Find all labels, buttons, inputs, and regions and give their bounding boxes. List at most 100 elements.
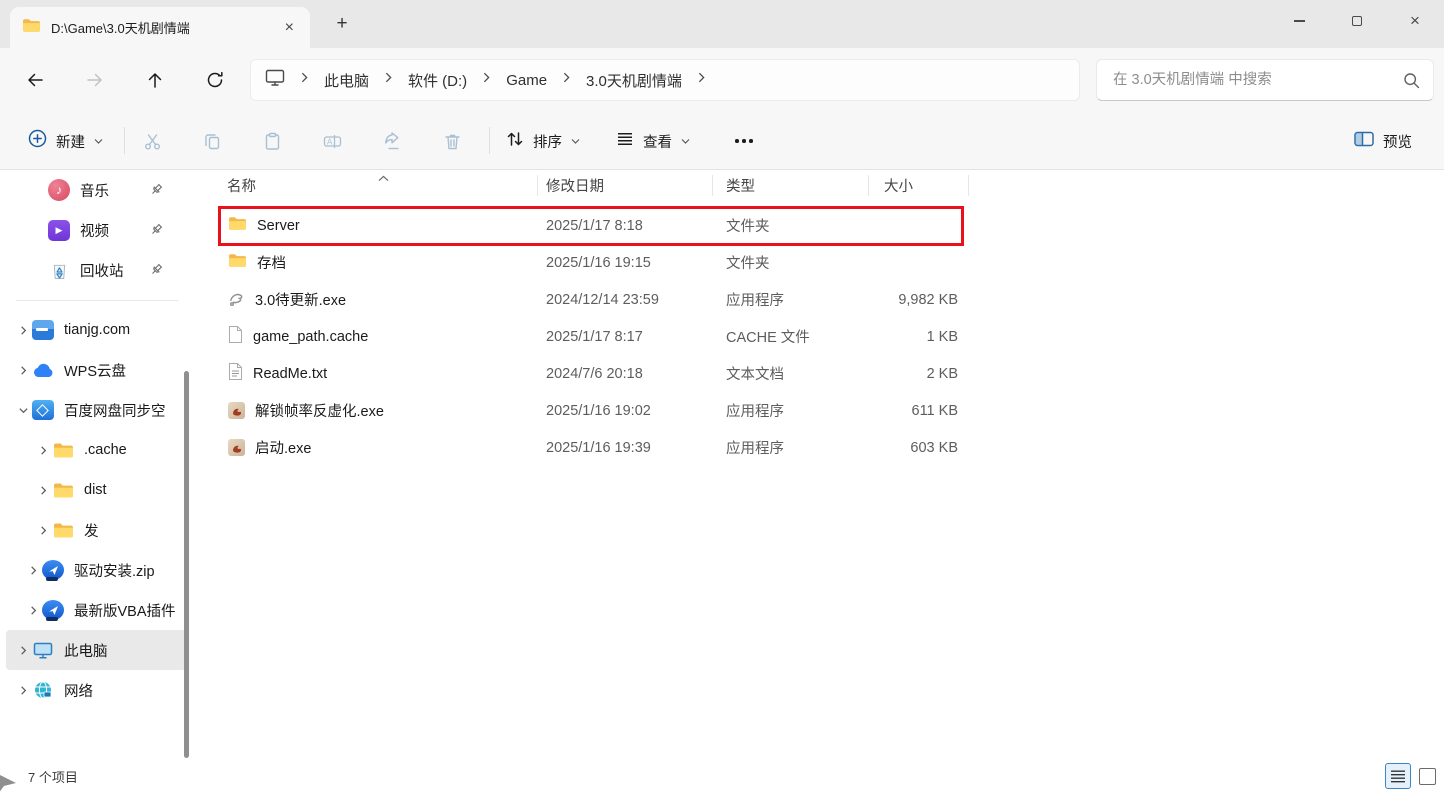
search-input[interactable] xyxy=(1097,60,1433,100)
sidebar-item-recycle-bin[interactable]: 回收站 xyxy=(6,250,186,290)
new-button-label: 新建 xyxy=(56,131,85,152)
sidebar-item-dist-folder[interactable]: dist xyxy=(6,470,186,510)
folder-icon xyxy=(228,216,247,235)
column-header-date[interactable]: 修改日期 xyxy=(537,175,712,196)
search-icon[interactable] xyxy=(1403,72,1420,94)
text-file-icon xyxy=(228,362,243,385)
new-button[interactable]: 新建 xyxy=(24,123,107,159)
breadcrumb-current-folder[interactable]: 3.0天机剧情端 xyxy=(586,70,682,91)
folder-icon xyxy=(52,522,74,539)
chevron-right-icon[interactable] xyxy=(14,685,32,696)
chevron-right-icon[interactable] xyxy=(24,565,42,576)
sidebar-item-vba-zip[interactable]: 最新版VBA插件 xyxy=(6,590,186,630)
details-view-icon xyxy=(1390,769,1406,783)
chevron-right-icon[interactable] xyxy=(14,645,32,656)
file-type: 应用程序 xyxy=(712,289,868,310)
chevron-right-icon[interactable] xyxy=(14,365,32,376)
file-type: 应用程序 xyxy=(712,400,868,421)
up-button[interactable] xyxy=(135,60,175,100)
file-type: 文件夹 xyxy=(712,215,868,236)
computer-icon xyxy=(32,641,54,659)
file-type: 应用程序 xyxy=(712,437,868,458)
column-divider[interactable] xyxy=(868,175,869,196)
sidebar-item-driver-zip[interactable]: 驱动安装.zip xyxy=(6,550,186,590)
column-header-type[interactable]: 类型 xyxy=(712,175,868,196)
file-size: 1 KB xyxy=(868,329,960,345)
chevron-right-icon[interactable] xyxy=(34,485,52,496)
file-name: ReadMe.txt xyxy=(253,366,327,382)
share-button[interactable] xyxy=(372,121,412,161)
chevron-down-icon[interactable] xyxy=(14,405,32,416)
forward-button[interactable] xyxy=(75,60,115,100)
pin-icon xyxy=(149,182,164,201)
breadcrumb-game[interactable]: Game xyxy=(506,72,547,89)
chevron-right-icon[interactable] xyxy=(695,71,708,89)
new-tab-button[interactable]: + xyxy=(328,10,356,38)
back-button[interactable] xyxy=(15,60,55,100)
sidebar-item-network[interactable]: 网络 xyxy=(6,670,186,710)
zip-archive-icon xyxy=(42,560,64,580)
app-dragon-icon xyxy=(228,402,245,419)
delete-button[interactable] xyxy=(432,121,472,161)
chevron-right-icon[interactable] xyxy=(34,525,52,536)
maximize-button[interactable] xyxy=(1328,0,1386,42)
icons-view-button[interactable] xyxy=(1419,768,1436,785)
paste-button[interactable] xyxy=(252,121,292,161)
more-options-button[interactable] xyxy=(724,121,764,161)
sidebar-item-label: 视频 xyxy=(80,220,109,241)
explorer-tab[interactable]: D:\Game\3.0天机剧情端 × xyxy=(10,7,310,48)
file-row-update-exe[interactable]: 3.0待更新.exe 2024/12/14 23:59 应用程序 9,982 K… xyxy=(218,281,968,318)
file-row-readme[interactable]: ReadMe.txt 2024/7/6 20:18 文本文档 2 KB xyxy=(218,355,968,392)
chevron-right-icon[interactable] xyxy=(14,325,32,336)
file-name: game_path.cache xyxy=(253,329,368,345)
sidebar-scrollbar[interactable] xyxy=(184,371,189,758)
minimize-button[interactable] xyxy=(1270,0,1328,42)
sidebar-item-baidu-sync[interactable]: 百度网盘同步空 xyxy=(6,390,186,430)
column-divider[interactable] xyxy=(537,175,538,196)
column-divider[interactable] xyxy=(712,175,713,196)
column-header-size[interactable]: 大小 xyxy=(868,175,960,196)
sort-button[interactable]: 排序 xyxy=(502,123,584,159)
refresh-button[interactable] xyxy=(195,60,235,100)
sidebar-item-wps-cloud[interactable]: WPS云盘 xyxy=(6,350,186,390)
file-row-cache[interactable]: game_path.cache 2025/1/17 8:17 CACHE 文件 … xyxy=(218,318,968,355)
sidebar-item-tianjg[interactable]: tianjg.com xyxy=(6,310,186,350)
chevron-right-icon[interactable] xyxy=(24,605,42,616)
file-row-launch-exe[interactable]: 启动.exe 2025/1/16 19:39 应用程序 603 KB xyxy=(218,429,968,466)
sidebar-item-fa-folder[interactable]: 发 xyxy=(6,510,186,550)
sidebar-item-label: 最新版VBA插件 xyxy=(74,600,176,621)
preview-button[interactable]: 预览 xyxy=(1350,123,1416,159)
music-icon: ♪ xyxy=(48,179,70,201)
breadcrumb-this-pc[interactable]: 此电脑 xyxy=(324,70,369,91)
breadcrumb-drive-d[interactable]: 软件 (D:) xyxy=(408,70,467,91)
address-bar[interactable]: 此电脑 软件 (D:) Game 3.0天机剧情端 xyxy=(250,59,1080,101)
file-date: 2024/12/14 23:59 xyxy=(537,292,712,308)
sidebar-item-music[interactable]: ♪ 音乐 xyxy=(6,170,186,210)
content-area: ♪ 音乐 ▶ 视频 回收站 tianjg.com WPS云 xyxy=(0,170,1444,760)
baidu-sync-icon xyxy=(32,400,54,420)
chevron-right-icon[interactable] xyxy=(34,445,52,456)
sidebar-item-label: 驱动安装.zip xyxy=(74,560,155,581)
sort-button-label: 排序 xyxy=(533,131,562,152)
minimize-icon xyxy=(1294,20,1305,22)
sidebar-item-label: 百度网盘同步空 xyxy=(64,400,166,421)
copy-button[interactable] xyxy=(192,121,232,161)
view-button[interactable]: 查看 xyxy=(612,123,694,159)
rename-button[interactable]: A xyxy=(312,121,352,161)
sidebar-item-this-pc[interactable]: 此电脑 xyxy=(6,630,186,670)
file-row-archive[interactable]: 存档 2025/1/16 19:15 文件夹 xyxy=(218,244,968,281)
file-row-unlock-exe[interactable]: 解锁帧率反虚化.exe 2025/1/16 19:02 应用程序 611 KB xyxy=(218,392,968,429)
chevron-right-icon[interactable] xyxy=(382,71,395,89)
chevron-right-icon[interactable] xyxy=(560,71,573,89)
details-view-button[interactable] xyxy=(1385,763,1411,789)
tab-close-icon[interactable]: × xyxy=(281,19,298,37)
cut-button[interactable] xyxy=(132,121,172,161)
file-size: 2 KB xyxy=(868,366,960,382)
column-divider[interactable] xyxy=(968,175,969,196)
chevron-right-icon[interactable] xyxy=(480,71,493,89)
sidebar-item-videos[interactable]: ▶ 视频 xyxy=(6,210,186,250)
sidebar-item-cache-folder[interactable]: .cache xyxy=(6,430,186,470)
sidebar-divider xyxy=(16,300,178,301)
close-button[interactable]: × xyxy=(1386,0,1444,42)
file-row-server[interactable]: Server 2025/1/17 8:18 文件夹 xyxy=(218,207,968,244)
